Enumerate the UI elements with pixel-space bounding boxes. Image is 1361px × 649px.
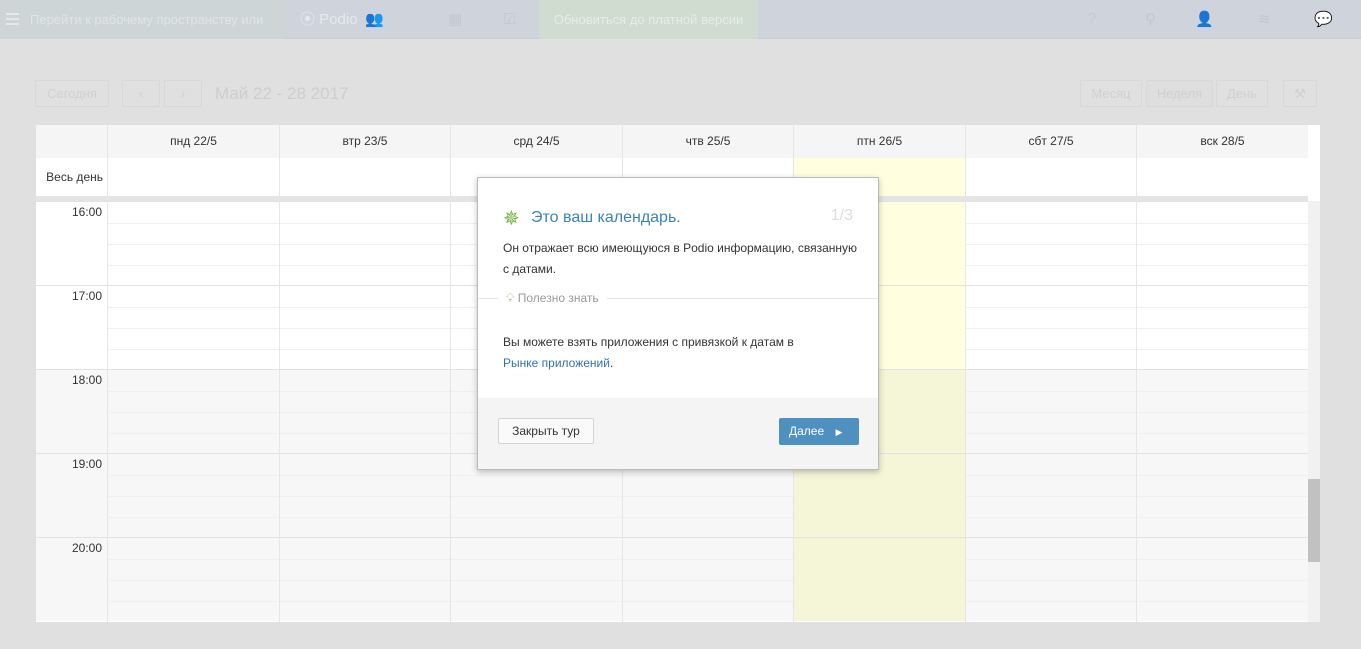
next-week-button[interactable]: › [164, 80, 202, 107]
quarter-line [107, 580, 1308, 581]
quarter-line [107, 475, 1308, 476]
all-day-cell[interactable] [107, 158, 279, 197]
tour-popover: ✵ Это ваш календарь. 1/3 Он отражает всю… [477, 177, 879, 470]
tour-footer: Закрыть тур Далее ▶ [478, 398, 878, 469]
hour-label: 20:00 [71, 541, 102, 555]
day-header[interactable]: сбт 27/5 [965, 125, 1136, 158]
all-day-cell[interactable] [279, 158, 450, 197]
date-range-title: Май 22 - 28 2017 [215, 84, 349, 103]
search-icon[interactable]: ⚲ [1145, 10, 1156, 28]
hour-label: 19:00 [71, 457, 102, 471]
day-header[interactable]: пнд 22/5 [107, 125, 279, 158]
month-view-button[interactable]: Месяц [1080, 80, 1142, 107]
next-step-button[interactable]: Далее ▶ [779, 418, 859, 445]
quarter-line [107, 559, 1308, 560]
upgrade-button[interactable]: Обновиться до платной версии [539, 0, 758, 39]
tip-heading: 💡︎ Полезно знать [498, 291, 607, 306]
week-view-button[interactable]: Неделя [1146, 80, 1213, 107]
menu-icon [6, 13, 19, 25]
tip-text-body: Вы можете взять приложения с привязкой к… [503, 335, 794, 349]
scrollbar-thumb[interactable] [1308, 479, 1320, 562]
app-market-link[interactable]: Рынке приложений [503, 356, 610, 370]
user-icon[interactable]: 👤 [1195, 10, 1214, 28]
day-view-button[interactable]: День [1216, 80, 1268, 107]
workspace-switcher[interactable]: Перейти к рабочему пространству или [0, 0, 285, 39]
settings-wrench-button[interactable]: ⚒ [1283, 80, 1317, 107]
day-column-divider [450, 201, 451, 622]
day-header[interactable]: птн 26/5 [793, 125, 965, 158]
today-cell[interactable] [793, 538, 965, 621]
hour-row[interactable]: 20:00 [36, 537, 1308, 621]
quarter-line [107, 496, 1308, 497]
quarter-line [107, 601, 1308, 602]
quarter-line [107, 517, 1308, 518]
help-icon[interactable]: ? [1088, 10, 1096, 27]
corner-header [36, 125, 107, 158]
close-tour-button[interactable]: Закрыть тур [498, 418, 594, 444]
lightbulb-icon: 💡︎ [506, 291, 515, 305]
tip-label: Полезно знать [517, 291, 599, 305]
hour-label: 16:00 [71, 205, 102, 219]
activity-icon[interactable]: ≋ [1258, 10, 1271, 28]
contacts-icon[interactable]: 👥 [365, 10, 384, 28]
chat-icon[interactable]: 💬 [1314, 10, 1333, 28]
day-column-divider [965, 201, 966, 622]
hour-label: 18:00 [71, 373, 102, 387]
day-header[interactable]: чтв 25/5 [622, 125, 793, 158]
hour-label: 17:00 [71, 289, 102, 303]
tour-compass-icon: ✵ [503, 208, 520, 230]
caret-right-icon: ▶ [835, 427, 843, 437]
logo-text: Podio [319, 11, 358, 28]
podio-logo[interactable]: ⦿ Podio [300, 0, 358, 39]
day-header[interactable]: втр 23/5 [279, 125, 450, 158]
day-header[interactable]: вск 28/5 [1136, 125, 1308, 158]
all-day-cell[interactable] [1136, 158, 1308, 197]
all-day-cell[interactable] [965, 158, 1136, 197]
day-header[interactable]: срд 24/5 [450, 125, 622, 158]
tour-step-counter: 1/3 [830, 207, 853, 224]
tour-description: Он отражает всю имеющуюся в Podio информ… [503, 241, 858, 276]
workspace-label: Перейти к рабочему пространству или [30, 12, 264, 27]
day-column-divider [279, 201, 280, 622]
day-column-divider [1136, 201, 1137, 622]
tour-title: Это ваш календарь. [531, 209, 681, 226]
calendar-icon[interactable]: ▦ [448, 10, 462, 28]
tip-text: Вы можете взять приложения с привязкой к… [503, 332, 863, 374]
next-label: Далее [789, 424, 825, 438]
tip-text-end: . [609, 356, 614, 370]
all-day-label: Весь день [36, 158, 107, 197]
prev-week-button[interactable]: ‹ [122, 80, 160, 107]
today-button[interactable]: Сегодня [35, 80, 109, 107]
top-navigation-bar: Перейти к рабочему пространству или ⦿ Po… [0, 0, 1361, 39]
day-column-divider [107, 201, 108, 622]
tasks-icon[interactable]: ☑ [503, 10, 516, 28]
